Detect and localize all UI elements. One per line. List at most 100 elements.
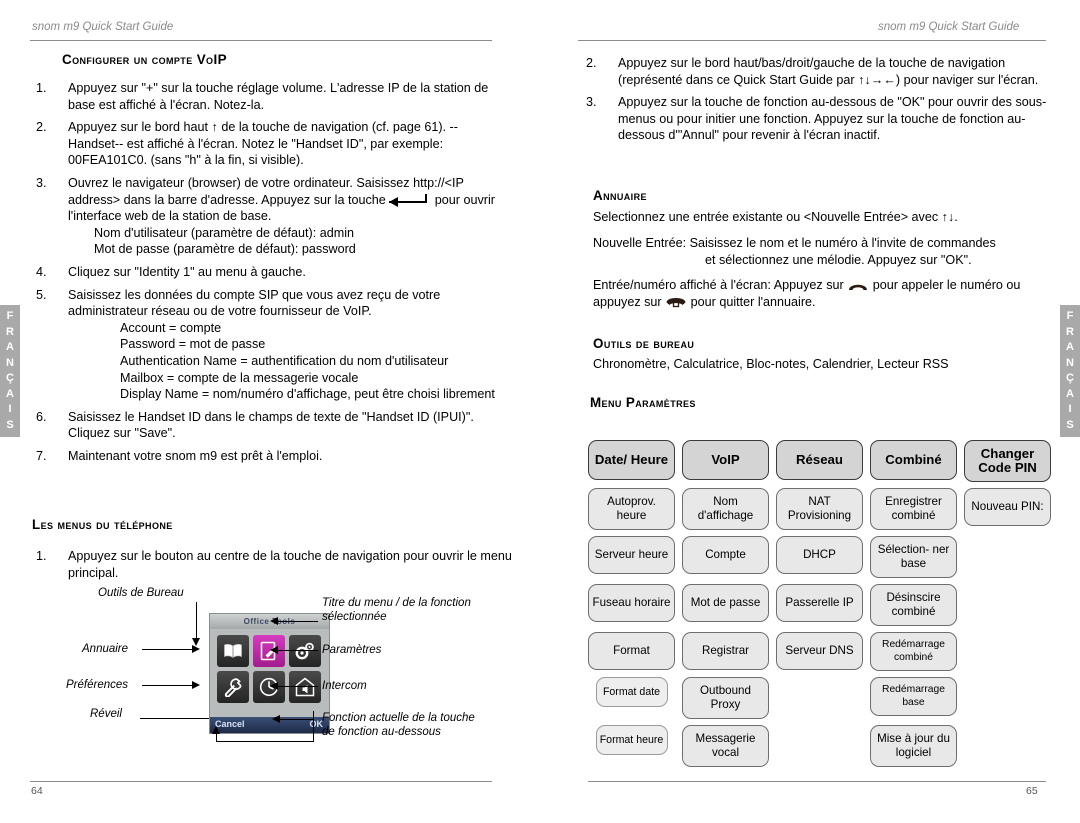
lang-letter: A	[1066, 387, 1074, 400]
list-item: 3. Ouvrez le navigateur (browser) de vot…	[30, 175, 500, 258]
menu-item-box[interactable]: Compte	[682, 536, 769, 574]
header-rule-right	[578, 40, 1046, 41]
call-handset-icon	[847, 279, 869, 291]
step-number: 4.	[36, 264, 47, 279]
menu-item-box[interactable]: Redémarrage combiné	[870, 632, 957, 671]
menu-item-box[interactable]: Nom d'affichage	[682, 488, 769, 530]
diagram-label-preferences: Préférences	[66, 679, 129, 691]
menu-header-box[interactable]: Date/ Heure	[588, 440, 675, 480]
step-text: Maintenant votre snom m9 est prêt à l'em…	[68, 448, 323, 463]
menu-header-box[interactable]: Changer Code PIN	[964, 440, 1051, 482]
arrowhead-up-icon	[212, 726, 220, 734]
menu-column-combine: Combiné	[870, 440, 957, 480]
phone-screen-diagram: Outils de Bureau Annuaire Préférences Ré…	[30, 580, 500, 755]
menu-header-box[interactable]: Combiné	[870, 440, 957, 480]
menu-row: Fuseau horaire Mot de passe Passerelle I…	[588, 584, 1050, 626]
list-item: 5. Saisissez les données du compte SIP q…	[30, 287, 500, 403]
menu-item-box[interactable]: Format	[588, 632, 675, 670]
menu-item-box[interactable]: Registrar	[682, 632, 769, 670]
header-rule-left	[30, 40, 492, 41]
step-number: 3.	[586, 95, 597, 110]
menu-item-box[interactable]: Nouveau PIN:	[964, 488, 1051, 526]
lang-letter: F	[1066, 310, 1074, 322]
menu-item-box[interactable]: Serveur heure	[588, 536, 675, 574]
menu-item-box[interactable]: Mise à jour du logiciel	[870, 725, 957, 767]
annuaire-body: Selectionnez une entrée existante ou <No…	[593, 209, 1048, 320]
annuaire-p3-a: Entrée/numéro affiché à l'écran: Appuyez…	[593, 278, 844, 293]
annuaire-paragraph-2: Nouvelle Entrée: Saisissez le nom et le …	[593, 235, 1048, 269]
step-text: Cliquez sur "Identity 1" au menu à gauch…	[68, 264, 306, 279]
lang-letter: A	[6, 387, 14, 400]
menu-item-box[interactable]: Mot de passe	[682, 584, 769, 622]
lang-letter: R	[6, 325, 14, 338]
menu-item-box[interactable]: Sélection- ner base	[870, 536, 957, 578]
arrowhead-left-icon	[272, 715, 280, 723]
menu-item-box[interactable]: Serveur DNS	[776, 632, 863, 670]
annuaire-p3-c: pour quitter l'annuaire.	[690, 295, 816, 310]
list-item: 6. Saisissez le Handset ID dans le champ…	[30, 409, 500, 442]
list-item: 2. Appuyez sur le bord haut ↑ de la touc…	[30, 119, 500, 169]
wrench-icon[interactable]	[217, 671, 249, 703]
step-number: 1.	[36, 81, 47, 95]
running-head-right: snom m9 Quick Start Guide	[878, 21, 1020, 33]
annuaire-p2-line2: et sélectionnez une mélodie. Appuyez sur…	[705, 252, 972, 267]
menu-header-box[interactable]: VoIP	[682, 440, 769, 480]
step-number: 3.	[36, 175, 47, 190]
annuaire-paragraph-1: Selectionnez une entrée existante ou <No…	[593, 210, 958, 224]
step-subline: Nom d'utilisateur (paramètre de défaut):…	[94, 225, 354, 240]
menu-parametres-table: Date/ Heure VoIP Réseau Combiné Changer …	[588, 440, 1051, 773]
annuaire-paragraph-3: Entrée/numéro affiché à l'écran: Appuyez…	[593, 277, 1048, 311]
heading-outils-de-bureau: Outils de bureau	[593, 336, 695, 351]
leader-line	[216, 741, 314, 743]
step-subline: Mailbox = compte de la messagerie vocale	[120, 370, 359, 385]
step-subline: Mot de passe (paramètre de défaut): pass…	[94, 242, 356, 257]
menu-item-box[interactable]: Fuseau horaire	[588, 584, 675, 622]
book-icon[interactable]	[217, 635, 249, 667]
phone-screen: Office Tools Cancel OK	[210, 614, 329, 733]
softkey-ok[interactable]: OK	[310, 719, 324, 729]
menu-row: Autoprov. heure Nom d'affichage NAT Prov…	[588, 488, 1051, 530]
list-item: 7. Maintenant votre snom m9 est prêt à l…	[30, 448, 500, 465]
step-text: Saisissez les données du compte SIP que …	[68, 287, 441, 319]
heading-les-menus-du-telephone: Les menus du téléphone	[32, 517, 173, 532]
lang-letter: I	[8, 403, 12, 415]
menu-item-box[interactable]: NAT Provisioning	[776, 488, 863, 530]
annuaire-p2-line1: Saisissez le nom et le numéro à l'invite…	[689, 235, 996, 250]
step-text: Saisissez le Handset ID dans le champs d…	[68, 409, 474, 441]
navigation-steps-list: 2. Appuyez sur le bord haut/bas/droit/ga…	[580, 55, 1050, 144]
menu-item-box[interactable]: Outbound Proxy	[682, 677, 769, 719]
menu-item-box[interactable]: Désinscire combiné	[870, 584, 957, 626]
step-subline: Account = compte	[120, 320, 222, 335]
menu-item-box[interactable]: DHCP	[776, 536, 863, 574]
menu-column-changer-code-pin: Changer Code PIN	[964, 440, 1051, 482]
step-text: Appuyez sur la touche de fonction au-des…	[618, 95, 1047, 143]
step-number: 7.	[36, 448, 47, 463]
step-number: 1.	[36, 549, 47, 563]
running-head-left: snom m9 Quick Start Guide	[32, 21, 174, 33]
lang-letter: R	[1066, 325, 1074, 338]
leader-line	[142, 649, 194, 651]
leader-line	[280, 719, 314, 721]
menu-header-box[interactable]: Réseau	[776, 440, 863, 480]
menu-subitem-box[interactable]: Format date	[595, 677, 668, 707]
annuaire-p2-label: Nouvelle Entrée:	[593, 235, 687, 250]
manual-page-spread: snom m9 Quick Start Guide snom m9 Quick …	[0, 0, 1080, 823]
leader-line	[278, 650, 318, 652]
list-item: 1. Appuyez sur "+" sur la touche réglage…	[30, 80, 500, 113]
menu-item-box[interactable]: Messagerie vocal	[682, 725, 769, 767]
footer-rule-left	[30, 781, 492, 782]
footer-rule-right	[588, 781, 1046, 782]
menu-row: Format Registrar Serveur DNS Redémarrage…	[588, 632, 1050, 671]
hangup-handset-icon	[665, 296, 687, 308]
menu-subitem-box[interactable]: Format heure	[595, 725, 668, 755]
lang-letter: S	[1066, 418, 1074, 431]
step-subline: Password = mot de passe	[120, 337, 266, 352]
diagram-label-fonction-actuelle: Fonction actuelle de la touche de foncti…	[322, 712, 475, 738]
menu-item-box[interactable]: Enregistrer combiné	[870, 488, 957, 530]
menu-item-box[interactable]: Redémarrage base	[870, 677, 957, 716]
menu-item-box[interactable]: Autoprov. heure	[588, 488, 675, 530]
step-subline: Display Name = nom/numéro d'affichage, p…	[120, 387, 495, 402]
lang-letter: S	[6, 418, 14, 431]
list-item: 2. Appuyez sur le bord haut/bas/droit/ga…	[580, 55, 1050, 88]
menu-item-box[interactable]: Passerelle IP	[776, 584, 863, 622]
